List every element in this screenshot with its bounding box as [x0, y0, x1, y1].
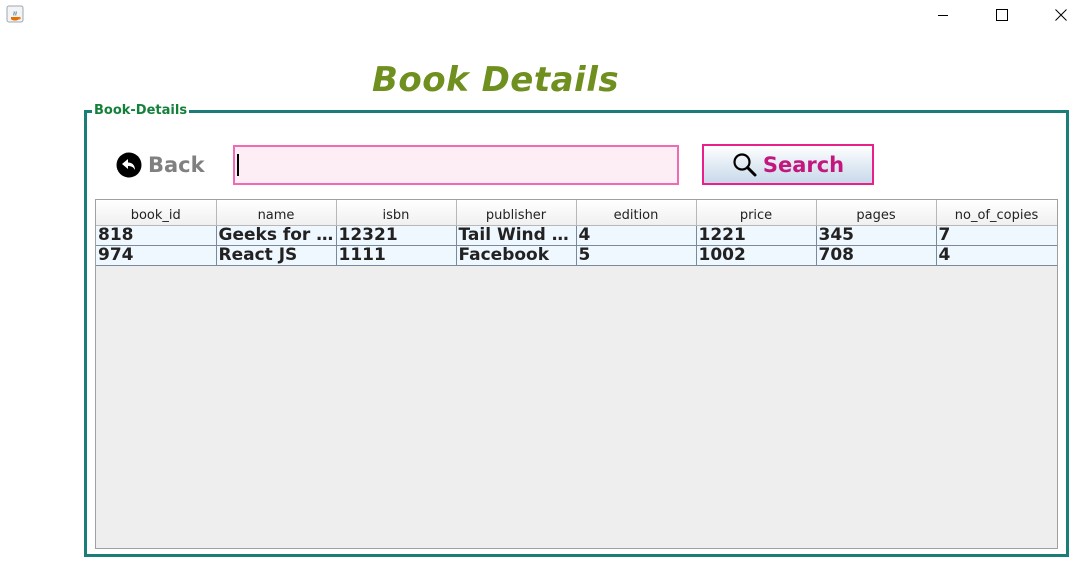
column-header-publisher[interactable]: publisher: [456, 200, 577, 226]
column-header-name[interactable]: name: [216, 200, 337, 226]
maximize-button[interactable]: [979, 0, 1025, 29]
column-header-edition[interactable]: edition: [576, 200, 697, 226]
table-header-row: book_id name isbn publisher edition pric…: [96, 200, 1057, 226]
column-header-book-id[interactable]: book_id: [96, 200, 217, 226]
column-header-pages[interactable]: pages: [816, 200, 937, 226]
cell-isbn[interactable]: 12321: [336, 225, 457, 246]
cell-price[interactable]: 1221: [696, 225, 817, 246]
close-button[interactable]: [1038, 0, 1084, 29]
table-row[interactable]: 974 React JS 1111 Facebook 5 1002 708 4: [96, 245, 1057, 266]
cell-no-of-copies[interactable]: 7: [936, 225, 1057, 246]
minimize-icon: [938, 14, 948, 16]
table-row[interactable]: 818 Geeks for Geeks 12321 Tail Wind CSS …: [96, 225, 1057, 246]
back-button-label: Back: [148, 153, 205, 177]
maximize-icon: [996, 8, 1008, 21]
books-table-viewport[interactable]: book_id name isbn publisher edition pric…: [95, 199, 1058, 549]
back-button[interactable]: Back: [116, 150, 205, 180]
text-caret: [237, 154, 239, 176]
cell-name[interactable]: Geeks for Geeks: [216, 225, 337, 246]
back-arrow-icon: [116, 152, 142, 178]
close-icon: [1055, 8, 1067, 21]
cell-pages[interactable]: 345: [816, 225, 937, 246]
cell-book-id[interactable]: 974: [96, 245, 217, 266]
minimize-button[interactable]: [920, 0, 966, 29]
cell-edition[interactable]: 5: [576, 245, 697, 266]
column-header-isbn[interactable]: isbn: [336, 200, 457, 226]
search-button[interactable]: Search: [702, 144, 874, 185]
column-header-price[interactable]: price: [696, 200, 817, 226]
cell-name[interactable]: React JS: [216, 245, 337, 266]
page-title: Book Details: [372, 60, 620, 100]
search-button-label: Search: [762, 152, 845, 177]
cell-isbn[interactable]: 1111: [336, 245, 457, 266]
cell-no-of-copies[interactable]: 4: [936, 245, 1057, 266]
books-table: book_id name isbn publisher edition pric…: [96, 200, 1057, 266]
search-input[interactable]: [233, 145, 679, 185]
cell-book-id[interactable]: 818: [96, 225, 217, 246]
cell-price[interactable]: 1002: [696, 245, 817, 266]
cell-pages[interactable]: 708: [816, 245, 937, 266]
column-header-no-of-copies[interactable]: no_of_copies: [936, 200, 1057, 226]
java-icon: [6, 5, 24, 23]
cell-publisher[interactable]: Facebook: [456, 245, 577, 266]
cell-publisher[interactable]: Tail Wind CSS: [456, 225, 577, 246]
search-icon: [733, 152, 757, 176]
cell-edition[interactable]: 4: [576, 225, 697, 246]
panel-legend: Book-Details: [92, 103, 190, 119]
